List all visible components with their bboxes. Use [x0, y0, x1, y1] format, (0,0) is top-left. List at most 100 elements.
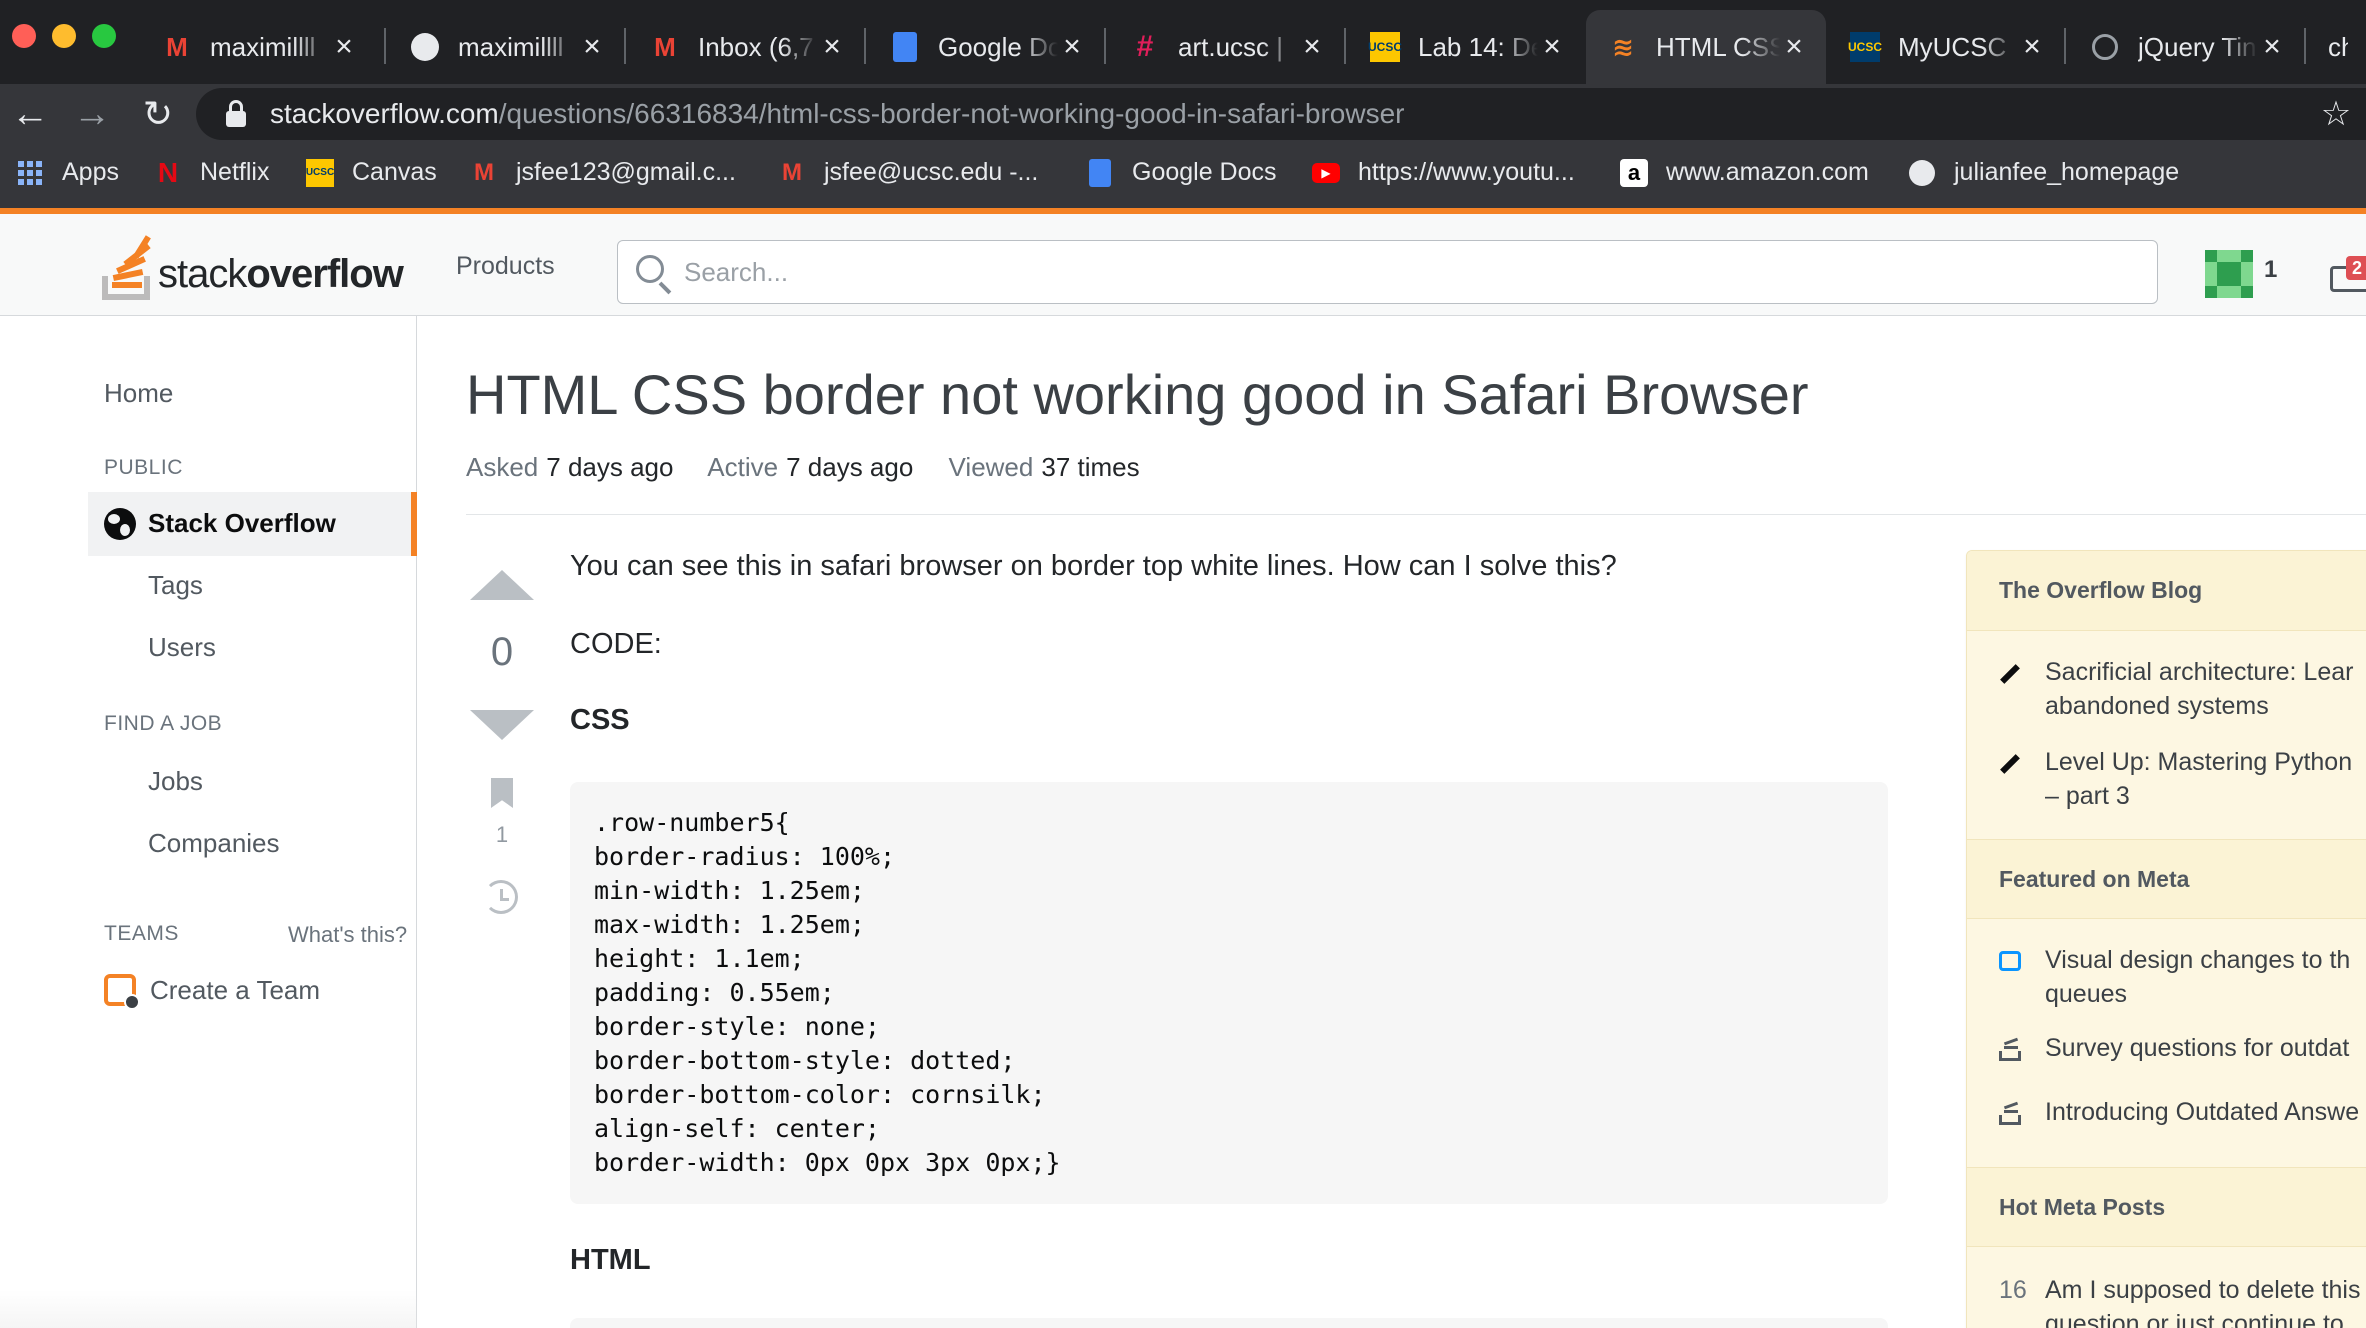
meta-item[interactable]: Survey questions for outdat — [1999, 1031, 2366, 1065]
tab-close-icon[interactable]: × — [2018, 30, 2046, 64]
meta-item-line: Visual design changes to th — [2045, 946, 2351, 974]
browser-tab[interactable]: jQuery Tin × — [2068, 10, 2304, 84]
meta-item-line: queues — [2045, 980, 2128, 1008]
meta-heading: Featured on Meta — [1967, 839, 2366, 919]
reload-icon[interactable]: ↻ — [136, 92, 180, 136]
active-value[interactable]: 7 days ago — [786, 452, 913, 482]
left-sidebar: Home PUBLIC Stack Overflow Tags Users FI… — [0, 316, 417, 1328]
tab-close-icon[interactable]: × — [1298, 30, 1326, 64]
meta-item-line: Survey questions for outdat — [2045, 1034, 2350, 1062]
google-docs-icon — [890, 32, 920, 62]
bookmark-youtube[interactable]: ▶ https://www.youtu... — [1312, 158, 1575, 187]
ucsc-icon: UCSC — [306, 158, 334, 187]
bookmark-gmail[interactable]: M jsfee123@gmail.c... — [470, 158, 736, 187]
stackoverflow-icon — [1999, 1099, 2021, 1125]
bookmark-icon[interactable] — [491, 778, 513, 808]
title-divider — [466, 514, 2366, 515]
search-input[interactable] — [684, 241, 2124, 303]
browser-tab-active[interactable]: ≋ HTML CSS × — [1586, 10, 1826, 84]
tab-close-icon[interactable]: × — [578, 30, 606, 64]
bookmark-netflix[interactable]: N Netflix — [154, 157, 270, 188]
upvote-arrow-icon[interactable] — [470, 570, 534, 600]
tab-separator — [1344, 28, 1346, 64]
window-zoom-button[interactable] — [92, 24, 116, 48]
tab-close-icon[interactable]: × — [818, 30, 846, 64]
inbox-badge: 2 — [2346, 256, 2366, 280]
browser-tab-strip: M maximillll × maximillll × M Inbox (6,7… — [0, 0, 2366, 84]
nav-home[interactable]: Home — [104, 378, 173, 409]
nav-companies[interactable]: Companies — [148, 828, 280, 859]
window-close-button[interactable] — [12, 24, 36, 48]
tab-close-icon[interactable]: × — [1538, 30, 1566, 64]
inbox-icon[interactable]: 2 — [2326, 256, 2366, 296]
bookmark-apps[interactable]: Apps — [16, 158, 119, 187]
create-team-link[interactable]: Create a Team — [104, 974, 320, 1010]
question-title[interactable]: HTML CSS border not working good in Safa… — [466, 362, 1809, 427]
hot-meta-count: 16 — [1999, 1276, 2027, 1304]
tab-separator — [384, 28, 386, 64]
active-label: Active — [707, 452, 779, 482]
browser-tab[interactable]: Google Do × — [868, 10, 1104, 84]
slack-icon: # — [1136, 30, 1154, 63]
tab-separator — [2064, 28, 2066, 64]
search-box[interactable] — [617, 240, 2158, 304]
bookmark-label: Netflix — [200, 158, 270, 186]
tab-title: Inbox (6,7 — [698, 31, 814, 62]
tab-separator — [864, 28, 866, 64]
blog-item[interactable]: Level Up: Mastering Python – part 3 — [1999, 745, 2366, 813]
tab-close-icon[interactable]: × — [2258, 30, 2286, 64]
post-body-paragraph: CODE: — [570, 628, 662, 660]
globe-icon — [2090, 32, 2120, 62]
browser-tab[interactable]: # art.ucsc | × — [1108, 10, 1344, 84]
browser-tab[interactable]: maximillll × — [388, 10, 624, 84]
address-bar[interactable]: stackoverflow.com/questions/66316834/htm… — [196, 88, 2366, 140]
history-icon[interactable] — [484, 880, 518, 914]
downvote-arrow-icon[interactable] — [470, 710, 534, 740]
stackoverflow-logo[interactable]: stackoverflow — [102, 234, 404, 300]
tab-close-icon[interactable]: × — [1780, 30, 1808, 64]
forward-arrow-icon[interactable]: → — [70, 92, 114, 136]
avatar[interactable] — [2205, 250, 2253, 298]
nav-jobs[interactable]: Jobs — [148, 766, 203, 797]
post-body-paragraph: You can see this in safari browser on bo… — [570, 550, 1617, 582]
tab-title: MyUCSC — [1898, 31, 2007, 62]
browser-tab[interactable]: UCSC MyUCSC × — [1828, 10, 2064, 84]
logo-text-light: stack — [158, 252, 247, 296]
stackoverflow-icon — [1999, 1035, 2021, 1061]
whats-this-link[interactable]: What's this? — [288, 922, 407, 948]
nav-tags[interactable]: Tags — [148, 570, 203, 601]
tab-close-icon[interactable]: × — [330, 30, 358, 64]
css-heading: CSS — [570, 704, 630, 736]
nav-stack-overflow[interactable]: Stack Overflow — [88, 492, 417, 556]
url-text[interactable]: stackoverflow.com/questions/66316834/htm… — [270, 98, 1405, 130]
blog-item-line: abandoned systems — [2045, 692, 2269, 720]
browser-tab[interactable]: chr — [2308, 10, 2366, 84]
meta-item[interactable]: Introducing Outdated Answe — [1999, 1095, 2366, 1129]
scroll-shadow — [0, 1290, 417, 1328]
bookmark-canvas[interactable]: UCSC Canvas — [306, 158, 437, 187]
products-menu[interactable]: Products — [456, 252, 555, 281]
browser-tab[interactable]: M maximillll × — [140, 10, 376, 84]
nav-users[interactable]: Users — [148, 632, 216, 663]
window-minimize-button[interactable] — [52, 24, 76, 48]
bookmark-amazon[interactable]: a www.amazon.com — [1620, 158, 1869, 187]
bookmark-homepage[interactable]: julianfee_homepage — [1908, 158, 2179, 187]
blog-item[interactable]: Sacrificial architecture: Lear abandoned … — [1999, 655, 2366, 723]
hot-meta-line: Am I supposed to delete this — [2045, 1276, 2361, 1304]
tab-title: jQuery Tin — [2138, 31, 2257, 62]
logo-text-bold: overflow — [246, 252, 403, 296]
meta-item[interactable]: Visual design changes to th queues — [1999, 943, 2366, 1011]
browser-tab[interactable]: UCSC Lab 14: De × — [1348, 10, 1584, 84]
apps-grid-icon — [16, 159, 44, 187]
nav-heading-teams: TEAMS — [104, 922, 179, 945]
bookmark-gmail-ucsc[interactable]: M jsfee@ucsc.edu -... — [778, 158, 1038, 187]
lock-icon — [226, 100, 246, 128]
hot-meta-item[interactable]: 16 Am I supposed to delete this question … — [1999, 1273, 2366, 1328]
bookmark-star-icon[interactable]: ☆ — [2306, 94, 2366, 134]
browser-tab[interactable]: M Inbox (6,7 × — [628, 10, 864, 84]
tab-title: art.ucsc | — [1178, 31, 1284, 62]
tab-close-icon[interactable]: × — [1058, 30, 1086, 64]
back-arrow-icon[interactable]: ← — [8, 92, 52, 136]
hot-meta-heading: Hot Meta Posts — [1967, 1167, 2366, 1247]
bookmark-google-docs[interactable]: Google Docs — [1086, 158, 1277, 187]
